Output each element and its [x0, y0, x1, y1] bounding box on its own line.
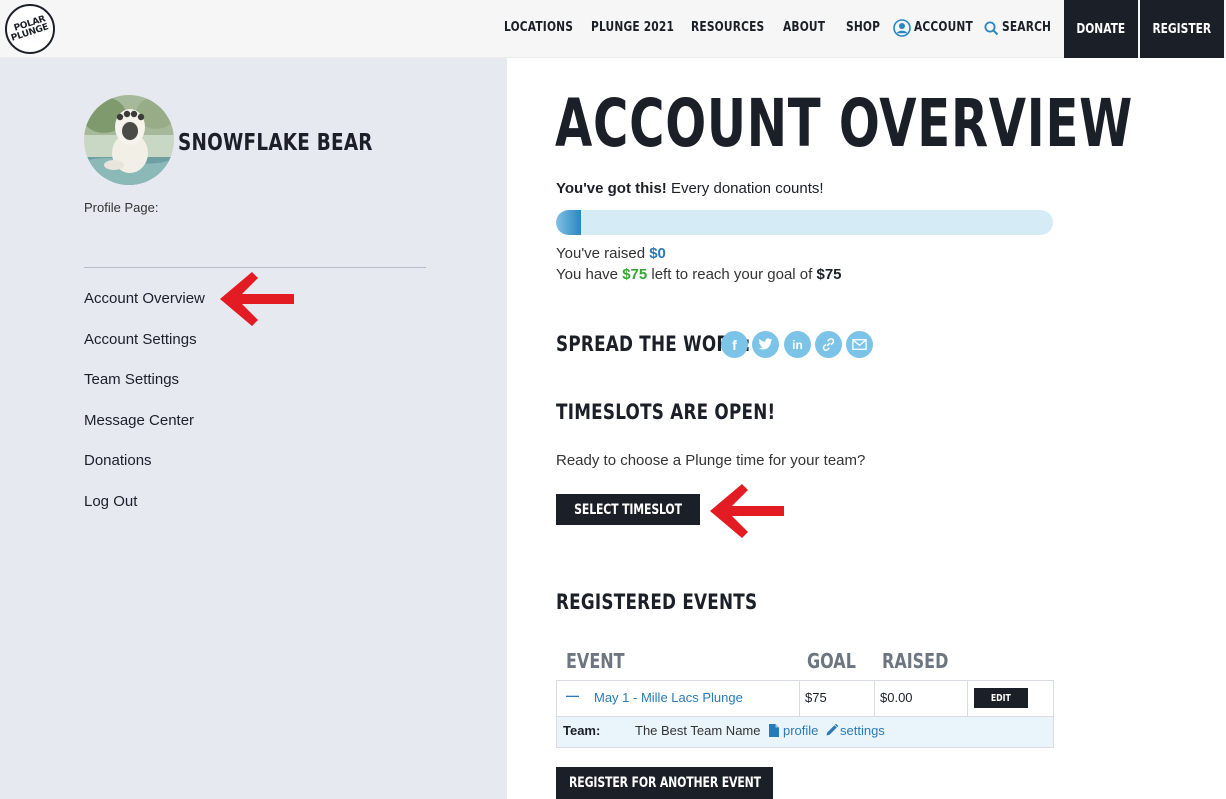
- search-icon[interactable]: [984, 21, 999, 36]
- sidebar-item-account-overview[interactable]: Account Overview: [84, 290, 205, 307]
- edit-button-label: EDIT: [990, 692, 1012, 704]
- account-icon[interactable]: [893, 19, 911, 37]
- sidebar-divider: [84, 267, 426, 268]
- linkedin-share-button[interactable]: in: [784, 331, 811, 358]
- registered-events-heading: REGISTERED EVENTS: [556, 590, 758, 614]
- raised-prefix: You've raised: [556, 245, 650, 262]
- document-icon: [769, 724, 779, 737]
- left-amount: $75: [622, 266, 648, 283]
- encouragement-bold: You've got this!: [556, 180, 667, 197]
- cell-divider: [967, 681, 968, 716]
- select-timeslot-label: SELECT TIMESLOT: [574, 501, 682, 518]
- sidebar-item-donations[interactable]: Donations: [84, 452, 152, 469]
- team-name: The Best Team Name: [635, 723, 761, 738]
- page-title: ACCOUNT OVERVIEW: [555, 85, 1133, 162]
- polar-bear-avatar-image: [84, 95, 174, 185]
- profile-page-label: Profile Page:: [84, 200, 159, 215]
- nav-locations[interactable]: LOCATIONS: [504, 20, 573, 35]
- copy-link-button[interactable]: [815, 331, 842, 358]
- sidebar-item-message-center[interactable]: Message Center: [84, 412, 194, 429]
- mail-icon: [852, 339, 867, 350]
- register-button[interactable]: REGISTER: [1140, 0, 1224, 58]
- sidebar-item-account-settings[interactable]: Account Settings: [84, 331, 197, 348]
- linkedin-icon: in: [792, 337, 803, 352]
- event-raised: $0.00: [880, 690, 913, 705]
- team-label: Team:: [563, 723, 601, 738]
- nav-search[interactable]: SEARCH: [1002, 20, 1051, 35]
- twitter-icon: [758, 338, 773, 350]
- red-arrow-annotation-icon: [710, 484, 784, 538]
- donate-button[interactable]: DONATE: [1064, 0, 1138, 58]
- pencil-icon: [826, 724, 838, 736]
- goal-prefix: You have: [556, 266, 623, 283]
- twitter-share-button[interactable]: [752, 331, 779, 358]
- progress-bar-fill: [556, 210, 581, 235]
- register-another-label: REGISTER FOR ANOTHER EVENT: [568, 775, 761, 791]
- goal-middle: left to reach your goal of: [647, 266, 817, 283]
- encouragement-rest: Every donation counts!: [666, 180, 824, 197]
- goal-amount: $75: [816, 266, 842, 283]
- red-arrow-annotation-icon: [220, 272, 294, 326]
- sidebar-item-log-out[interactable]: Log Out: [84, 493, 137, 510]
- event-goal: $75: [805, 690, 827, 705]
- facebook-icon: f: [732, 336, 737, 353]
- top-navigation-bar: POLAR PLUNGE LOCATIONS PLUNGE 2021 RESOU…: [0, 0, 1226, 58]
- register-another-event-button[interactable]: REGISTER FOR ANOTHER EVENT: [556, 767, 773, 799]
- raised-summary: You've raised $0: [556, 245, 666, 262]
- team-settings-link[interactable]: settings: [840, 723, 885, 738]
- register-button-label: REGISTER: [1152, 21, 1212, 37]
- sidebar-item-team-settings[interactable]: Team Settings: [84, 371, 179, 388]
- timeslot-prompt: Ready to choose a Plunge time for your t…: [556, 452, 866, 469]
- nav-resources[interactable]: RESOURCES: [691, 20, 764, 35]
- raised-amount: $0: [649, 245, 666, 262]
- edit-event-button[interactable]: EDIT: [974, 688, 1028, 708]
- donate-button-label: DONATE: [1076, 21, 1126, 37]
- select-timeslot-button[interactable]: SELECT TIMESLOT: [556, 494, 700, 525]
- collapse-toggle[interactable]: —: [566, 688, 579, 703]
- cell-divider: [799, 681, 800, 716]
- cell-divider: [874, 681, 875, 716]
- account-sidebar: SNOWFLAKE BEAR Profile Page: Account Ove…: [0, 58, 507, 799]
- nav-shop[interactable]: SHOP: [846, 20, 880, 35]
- nav-about[interactable]: ABOUT: [783, 20, 825, 35]
- link-icon: [822, 338, 835, 351]
- table-header-raised: RAISED: [882, 649, 949, 673]
- event-link[interactable]: May 1 - Mille Lacs Plunge: [594, 690, 743, 705]
- profile-name: SNOWFLAKE BEAR: [178, 130, 373, 156]
- goal-summary: You have $75 left to reach your goal of …: [556, 266, 842, 283]
- avatar: [84, 95, 174, 185]
- nav-account[interactable]: ACCOUNT: [914, 20, 973, 35]
- table-header-event: EVENT: [566, 649, 625, 673]
- table-header-goal: GOAL: [807, 649, 856, 673]
- email-share-button[interactable]: [846, 331, 873, 358]
- nav-plunge-2021[interactable]: PLUNGE 2021: [591, 20, 674, 35]
- team-profile-link[interactable]: profile: [783, 723, 818, 738]
- polar-plunge-logo[interactable]: POLAR PLUNGE: [5, 4, 55, 54]
- encouragement-text: You've got this! Every donation counts!: [556, 180, 824, 197]
- timeslots-heading: TIMESLOTS ARE OPEN!: [556, 400, 776, 424]
- fundraising-progress-bar: [556, 210, 1053, 235]
- facebook-share-button[interactable]: f: [721, 331, 748, 358]
